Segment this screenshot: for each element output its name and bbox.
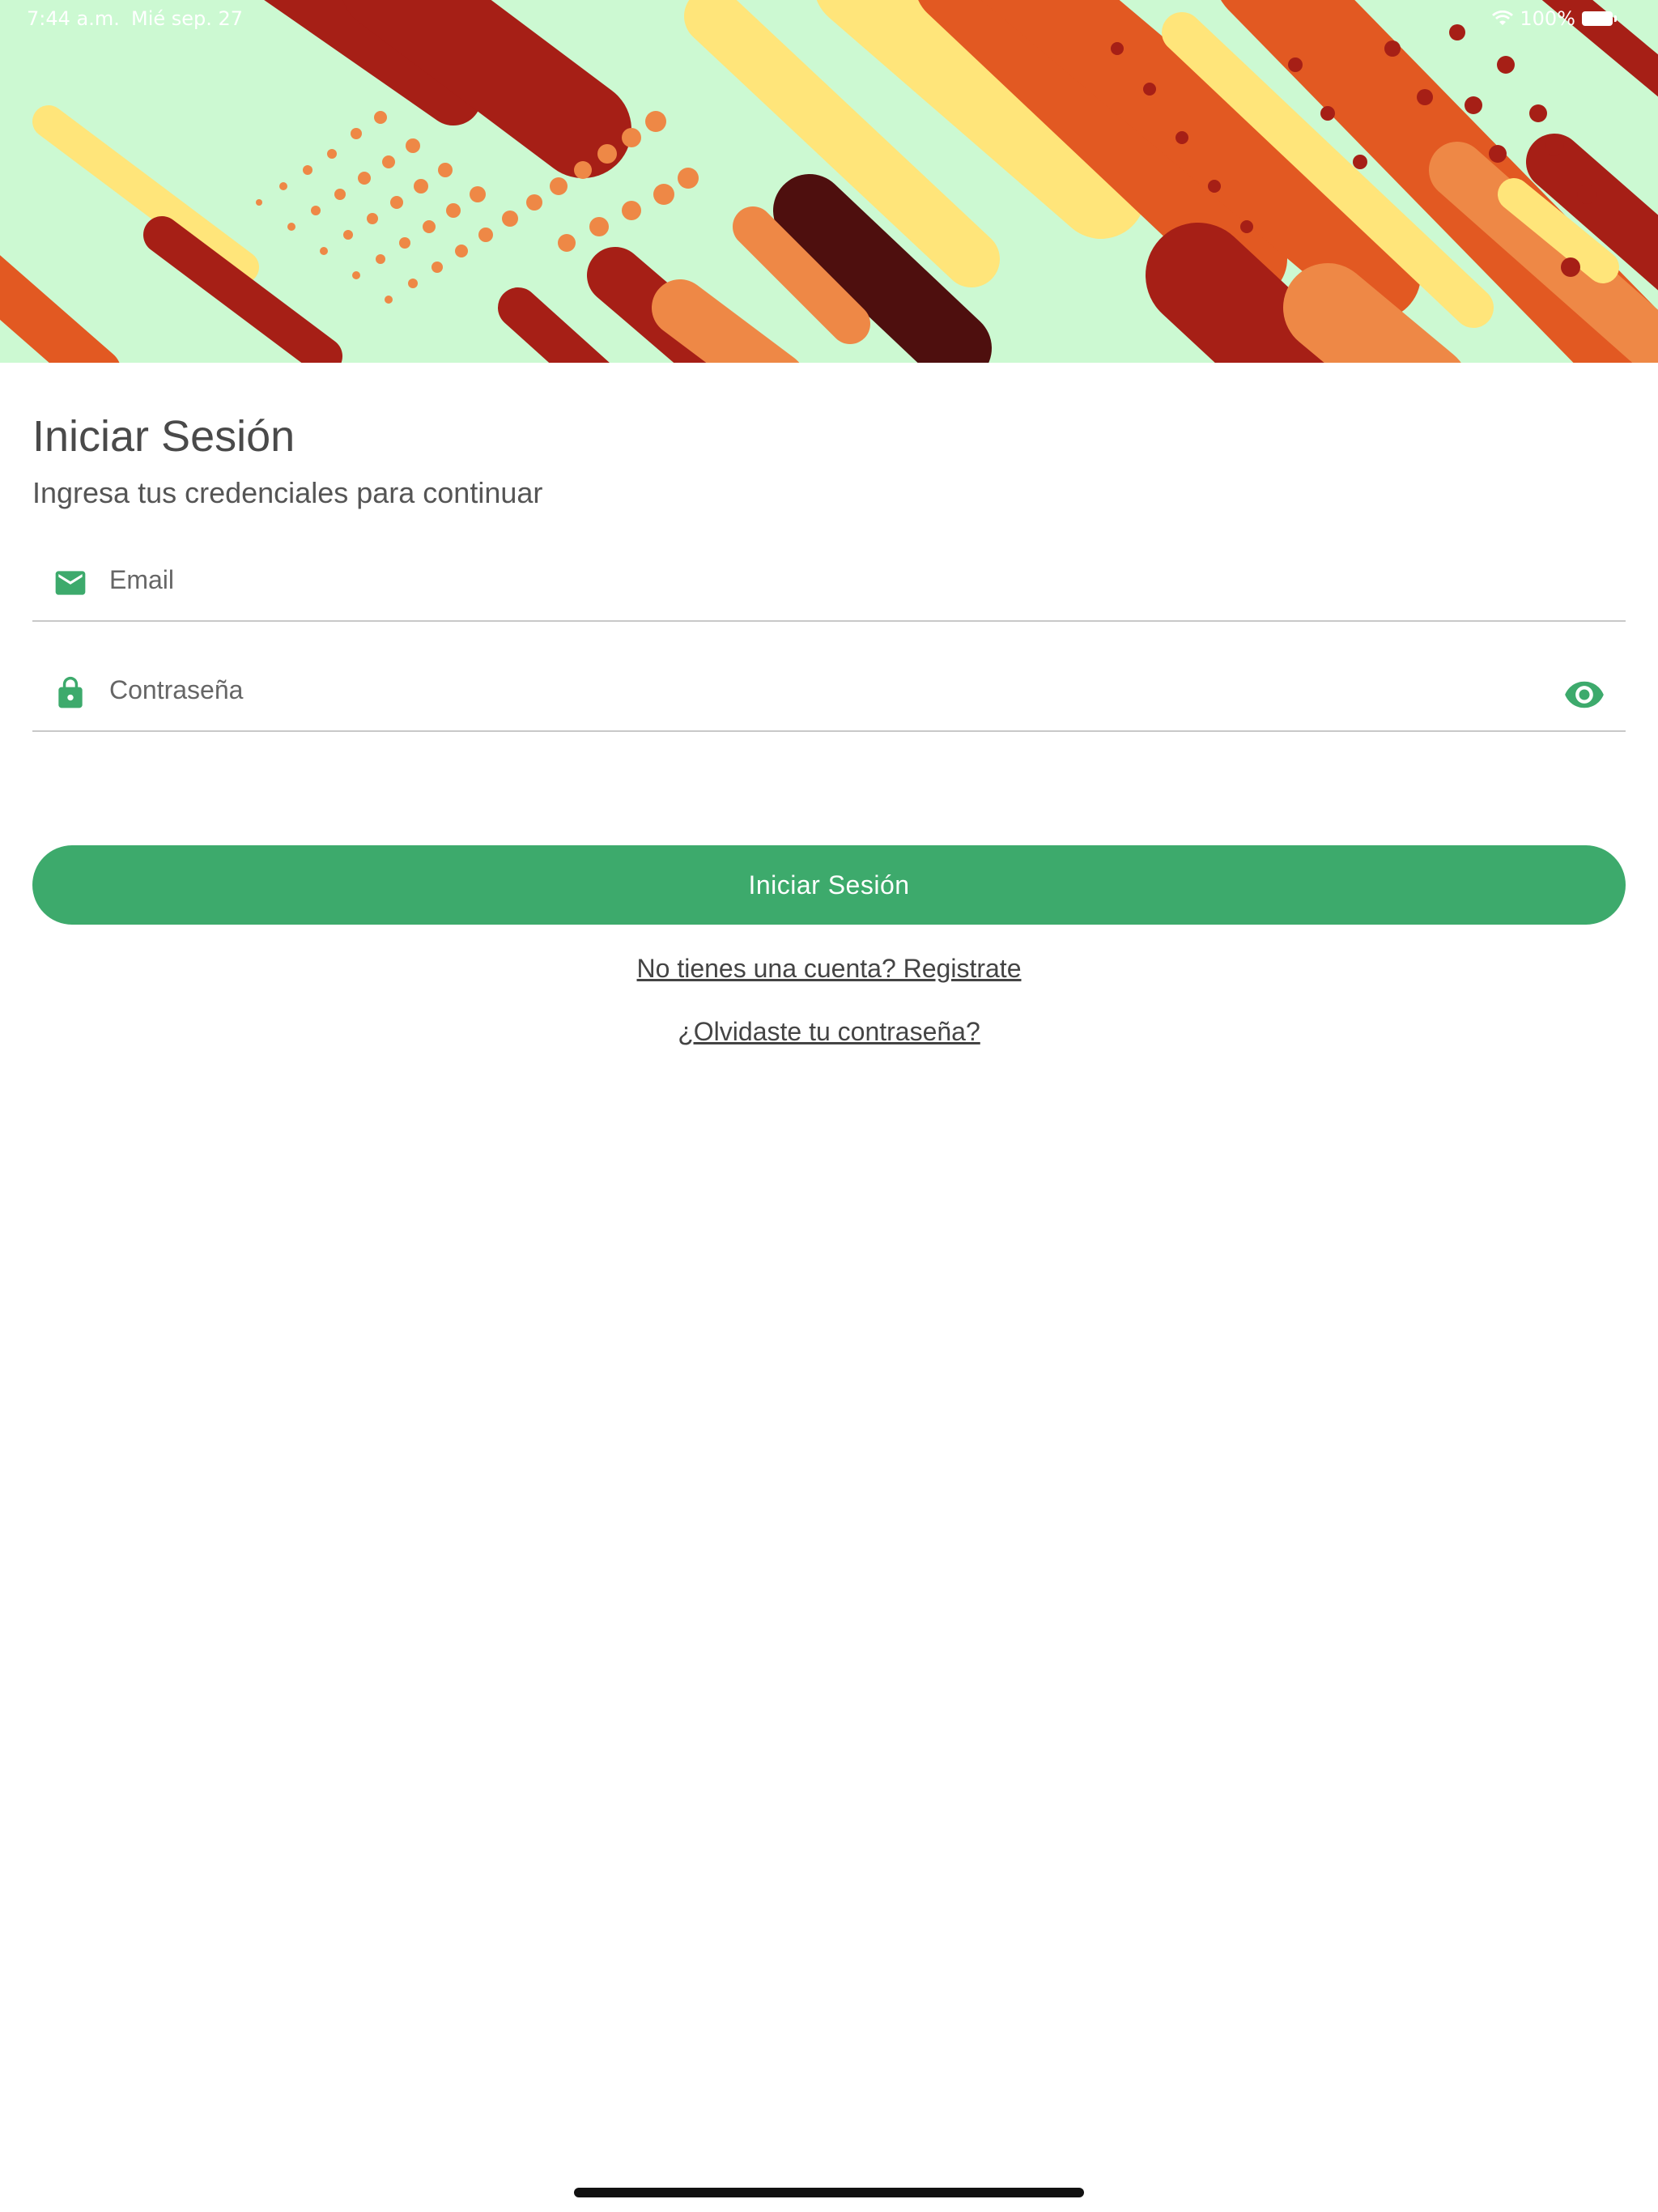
status-indicators: 100%	[1492, 7, 1617, 30]
page-subtitle: Ingresa tus credenciales para continuar	[32, 476, 543, 509]
wifi-icon	[1492, 11, 1514, 27]
login-screen: 7:44 a.m. Mié sep. 27 100% Iniciar Sesió…	[0, 0, 1658, 2212]
header-banner-image	[0, 0, 1658, 363]
battery-icon	[1582, 11, 1617, 26]
email-input[interactable]	[109, 557, 1534, 602]
register-link[interactable]: No tienes una cuenta? Registrate	[32, 954, 1626, 984]
login-button[interactable]: Iniciar Sesión	[32, 845, 1626, 925]
status-time: 7:44 a.m.	[27, 7, 120, 30]
forgot-password-link[interactable]: ¿Olvidaste tu contraseña?	[32, 1017, 1626, 1047]
home-indicator[interactable]	[574, 2188, 1084, 2197]
page-title: Iniciar Sesión	[32, 412, 295, 461]
mail-icon	[53, 565, 88, 601]
eye-icon[interactable]	[1563, 674, 1605, 716]
password-field[interactable]	[32, 643, 1626, 732]
status-bar: 7:44 a.m. Mié sep. 27 100%	[0, 0, 1658, 39]
email-field[interactable]	[32, 533, 1626, 622]
password-input[interactable]	[109, 667, 1534, 713]
status-date: Mié sep. 27	[131, 7, 244, 30]
lock-icon	[53, 675, 88, 711]
battery-percentage: 100%	[1520, 7, 1575, 30]
